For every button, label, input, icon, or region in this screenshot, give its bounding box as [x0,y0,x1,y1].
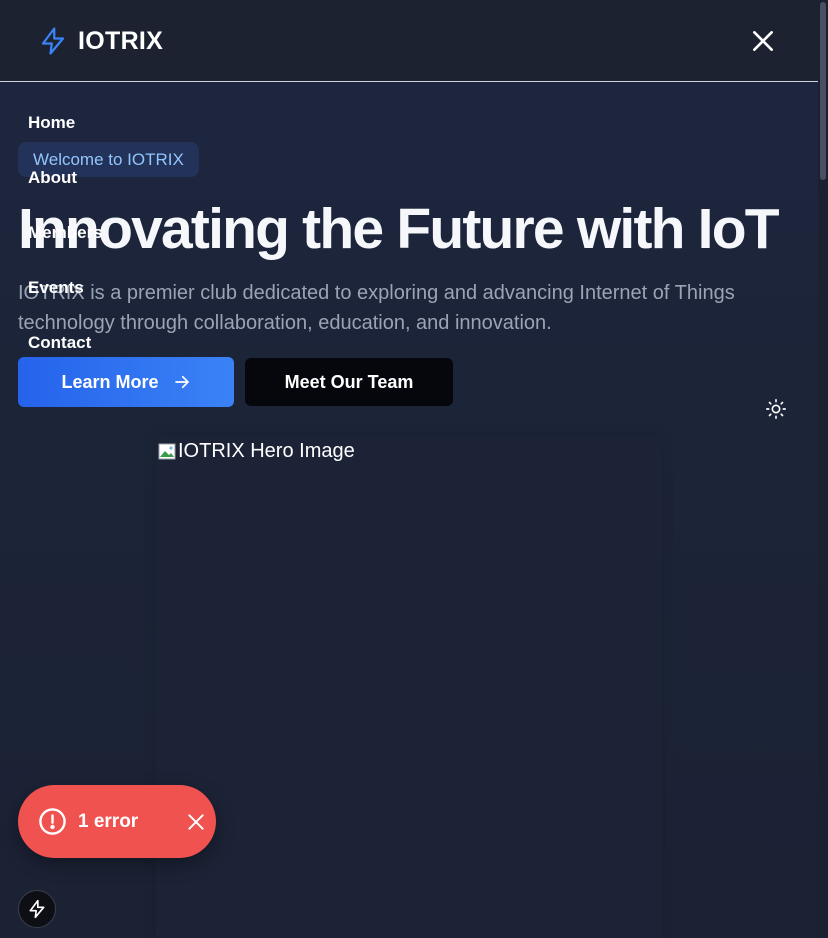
hero-description: IOTRIX is a premier club dedicated to ex… [18,282,735,334]
alert-circle-icon [39,808,66,835]
hero-image: IOTRIX Hero Image [156,436,662,938]
scrollbar-thumb[interactable] [820,2,826,180]
lightning-bolt-icon [29,899,45,919]
arrow-right-icon [174,375,189,389]
hero-image-alt-text: IOTRIX Hero Image [178,440,355,462]
learn-more-label: Learn More [61,371,159,392]
nav-item-members[interactable]: Members [28,223,103,243]
learn-more-button[interactable]: Learn More [18,357,234,407]
error-toast[interactable]: 1 error [18,785,216,858]
close-icon[interactable] [750,28,776,54]
site-header: IOTRIX [0,0,818,82]
meet-our-team-button[interactable]: Meet Our Team [245,358,453,406]
broken-image-icon [158,443,176,459]
brand-logo[interactable]: IOTRIX [38,26,163,56]
lightning-bolt-icon [41,27,65,55]
error-count-label: 1 error [78,811,139,832]
dev-tools-button[interactable] [18,890,56,928]
hero-title: Innovating the Future with IoT [18,197,780,261]
meet-our-team-label: Meet Our Team [284,371,414,392]
hero-image-alt: IOTRIX Hero Image [158,440,355,463]
page-scrollbar[interactable] [818,0,828,938]
brand-name: IOTRIX [78,26,164,55]
sun-icon[interactable] [765,398,787,420]
nav-item-events[interactable]: Events [28,278,84,298]
nav-item-about[interactable]: About [28,168,77,188]
close-icon[interactable] [186,812,206,832]
nav-item-contact[interactable]: Contact [28,333,91,353]
nav-item-home[interactable]: Home [28,113,75,133]
